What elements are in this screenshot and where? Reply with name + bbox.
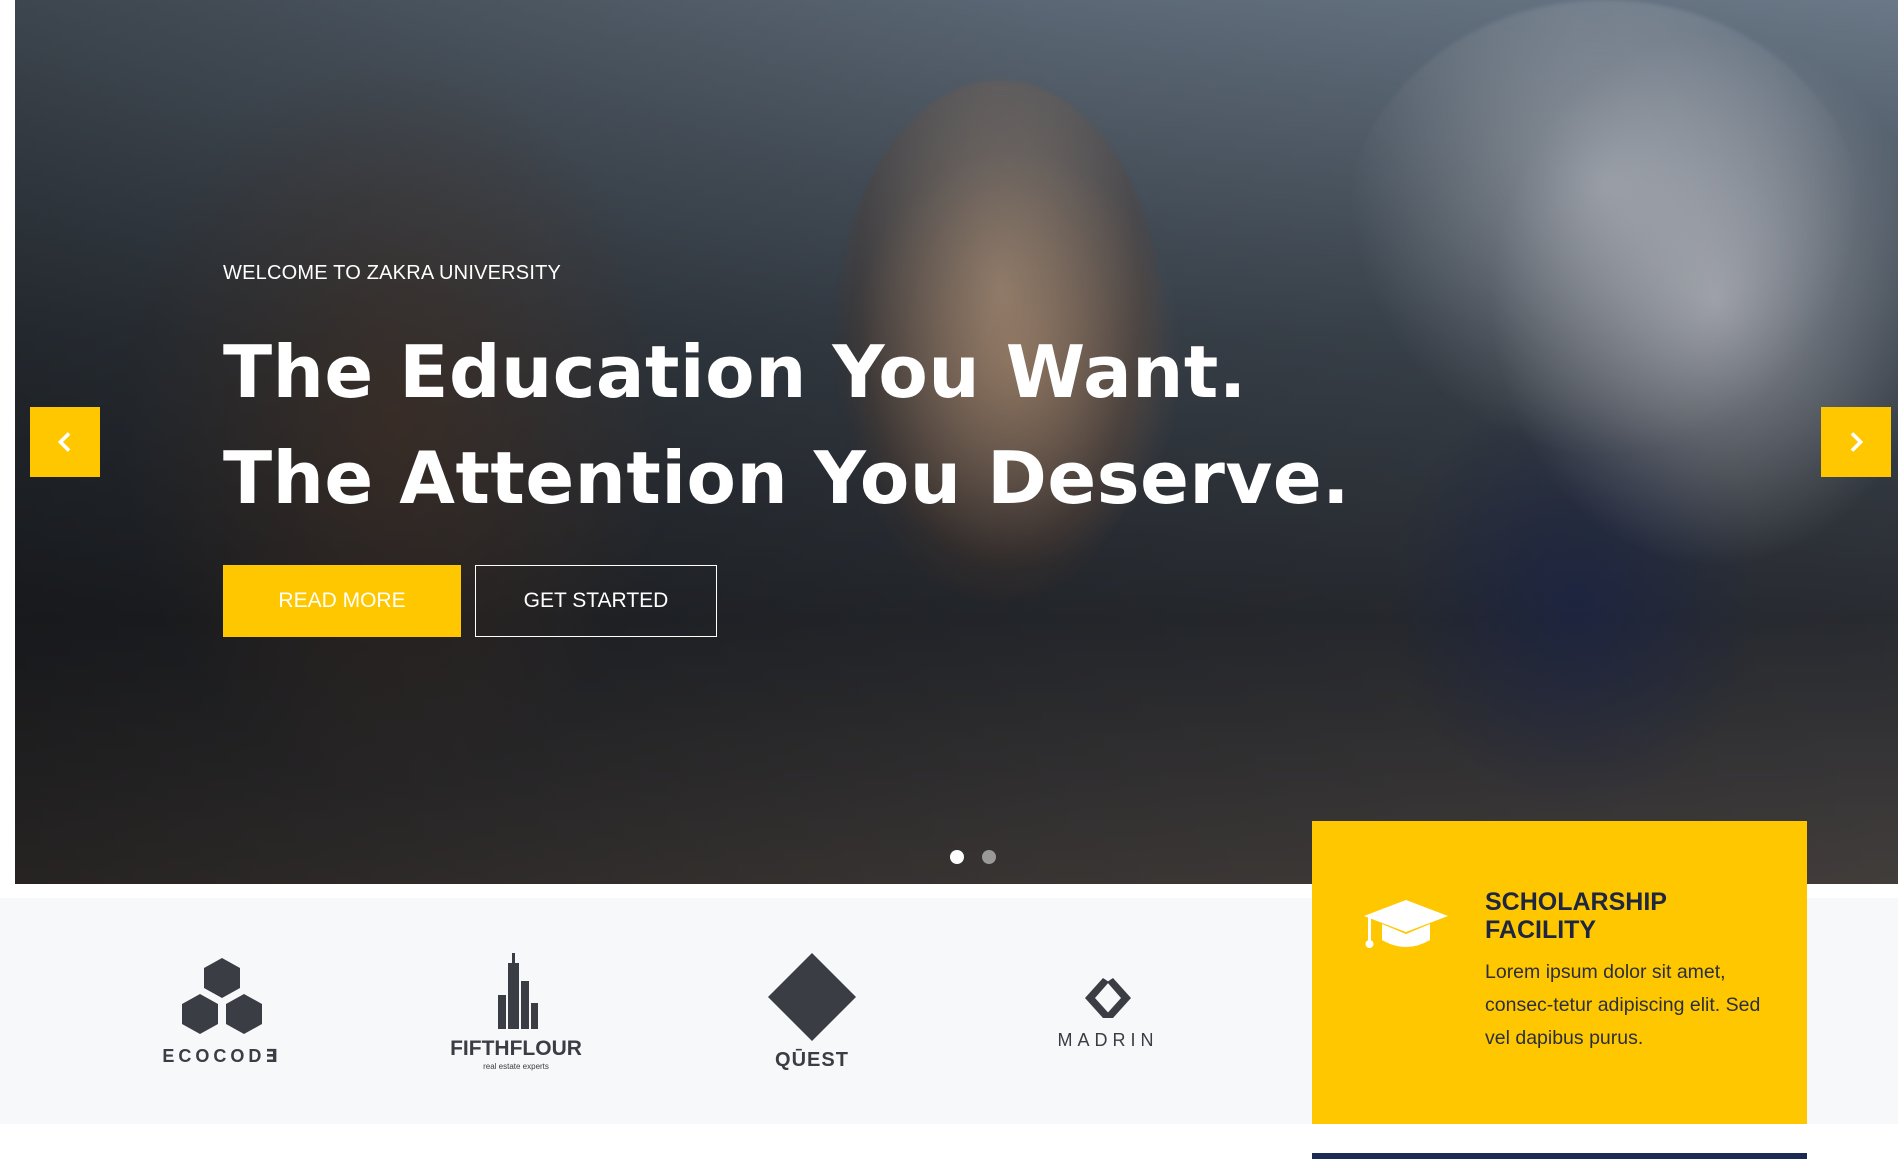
graduation-cap-icon [1362,896,1450,961]
partner-logo-name: FIFTHFLOUR [450,1037,582,1060]
partner-logo-madrin[interactable]: MADRIN [1050,898,1166,1124]
slider-dot-1[interactable] [950,850,964,864]
skyscraper-logo [498,953,538,1029]
slider-prev-button[interactable] [30,407,100,477]
partner-logo-tagline: real estate experts [483,1062,549,1071]
hero-headline-line1: The Education You Want. [223,330,1247,414]
chevron-left-icon [57,432,71,452]
hero-content: WELCOME TO ZAKRA UNIVERSITY The Educatio… [223,262,1350,637]
feature-title: SCHOLARSHIP FACILITY [1485,888,1745,944]
partner-logo-name: MADRIN [1057,1029,1159,1050]
feature-title-line1: SCHOLARSHIP [1485,888,1667,916]
hero-headline-line2: The Attention You Deserve. [223,436,1351,520]
next-card-top-edge [1312,1153,1807,1159]
feature-title-line2: FACILITY [1485,916,1597,944]
chevron-right-icon [1850,432,1864,452]
get-started-button[interactable]: GET STARTED [475,565,717,637]
hero-slider: WELCOME TO ZAKRA UNIVERSITY The Educatio… [15,0,1898,884]
partner-logo-fifthflour[interactable]: FIFTHFLOUR real estate experts [446,898,586,1124]
slider-next-button[interactable] [1821,407,1891,477]
hexagon-cluster-logo [182,957,262,1034]
interlocking-chevrons-logo [1085,977,1131,1018]
partner-logo-name: ECOCOD∃ [162,1045,282,1066]
hero-headline: The Education You Want. The Attention Yo… [223,319,1350,531]
slider-dot-2[interactable] [982,850,996,864]
hero-buttons: READ MORE GET STARTED [223,565,1350,637]
partner-logo-quest[interactable]: QŪEST [762,898,862,1124]
read-more-button[interactable]: READ MORE [223,565,461,637]
partner-logo-name: QŪEST [775,1048,849,1071]
slider-pagination [950,850,996,864]
hero-background-shape [1345,0,1865,460]
hero-eyebrow: WELCOME TO ZAKRA UNIVERSITY [223,262,562,284]
feature-description: Lorem ipsum dolor sit amet, consec-tetur… [1485,961,1761,1049]
diamond-logo [768,952,856,1041]
partner-logo-ecocode[interactable]: ECOCOD∃ [160,898,284,1124]
scholarship-feature-card[interactable]: SCHOLARSHIP FACILITY Lorem ipsum dolor s… [1312,821,1807,1124]
